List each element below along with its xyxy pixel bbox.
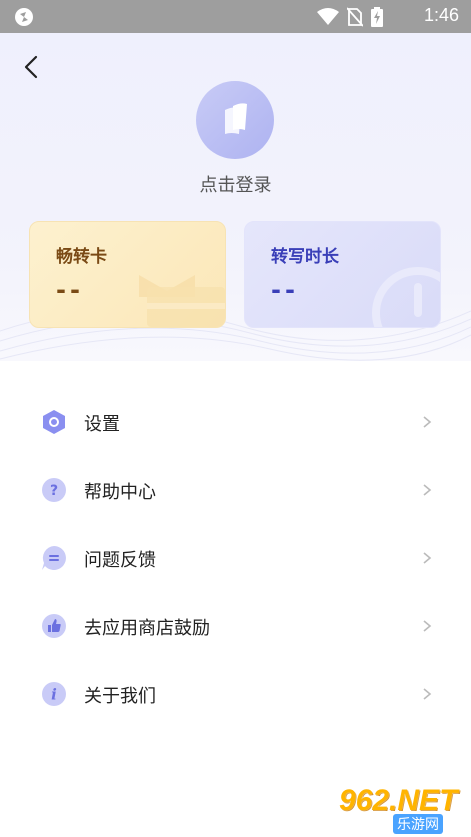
no-sim-icon	[347, 7, 363, 27]
vip-card-title: 畅转卡	[56, 247, 107, 267]
menu-item-help-center[interactable]: ? 帮助中心	[0, 462, 471, 518]
menu-item-label: 关于我们	[84, 686, 156, 707]
avatar[interactable]	[196, 81, 274, 159]
time-card-value: --	[271, 276, 299, 304]
svg-text:?: ?	[50, 483, 58, 499]
chevron-right-icon	[423, 620, 432, 632]
menu-item-about-us[interactable]: i 关于我们	[0, 666, 471, 722]
back-button[interactable]	[18, 51, 46, 83]
svg-text:i: i	[51, 686, 57, 704]
vip-card-value: --	[56, 276, 84, 304]
app-logo-icon	[225, 103, 247, 134]
app-notification-icon	[15, 8, 33, 26]
menu-item-label: 问题反馈	[84, 550, 156, 571]
menu-item-label: 去应用商店鼓励	[84, 618, 210, 639]
thumbs-up-icon	[42, 614, 66, 638]
chevron-right-icon	[423, 688, 432, 700]
menu-item-feedback[interactable]: 问题反馈	[0, 530, 471, 586]
site-watermark: 962.NET 乐游网	[331, 782, 469, 834]
menu-item-label: 设置	[84, 414, 120, 435]
profile-header: 点击登录 畅转卡 -- 转写时长 --	[0, 33, 471, 361]
menu-item-settings[interactable]: 设置	[0, 394, 471, 450]
clock: 1:46	[423, 5, 459, 25]
transcription-time-card[interactable]: 转写时长 --	[244, 221, 441, 328]
vip-card[interactable]: 畅转卡 --	[29, 221, 226, 328]
login-link[interactable]: 点击登录	[0, 171, 471, 197]
time-card-title: 转写时长	[271, 247, 339, 267]
watermark-subtext: 乐游网	[393, 814, 443, 834]
help-icon: ?	[42, 478, 66, 502]
menu-item-label: 帮助中心	[84, 482, 156, 503]
battery-charging-icon	[371, 7, 383, 27]
feedback-icon	[42, 546, 66, 570]
info-icon: i	[42, 682, 66, 706]
status-bar: 1:46	[0, 0, 471, 33]
system-icons	[317, 7, 383, 27]
chevron-right-icon	[423, 416, 432, 428]
chevron-right-icon	[423, 484, 432, 496]
watermark-text: 962.NET	[339, 784, 458, 817]
chevron-right-icon	[423, 552, 432, 564]
settings-icon	[43, 410, 65, 434]
wifi-icon	[317, 8, 339, 25]
menu-item-rate-app[interactable]: 去应用商店鼓励	[0, 598, 471, 654]
card-decoration	[139, 275, 225, 327]
clock-decoration-icon	[372, 267, 440, 327]
